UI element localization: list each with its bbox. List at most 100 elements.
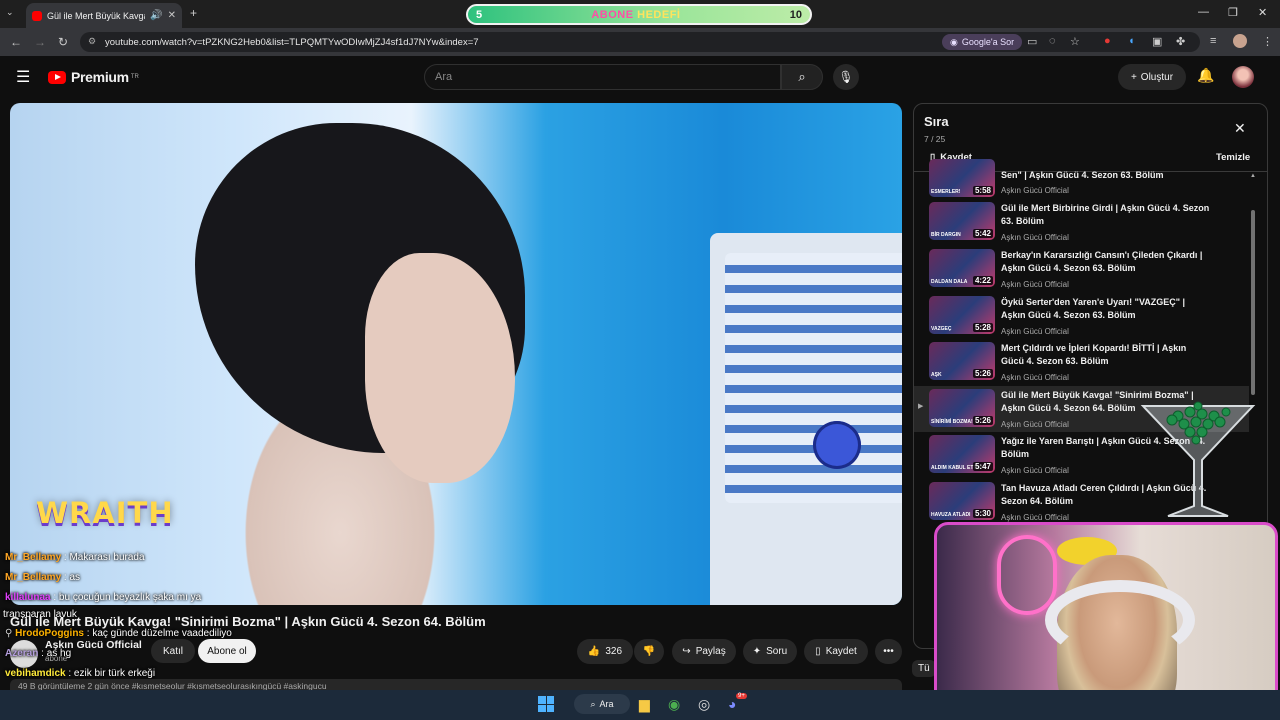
- microphone-icon: 🎙: [838, 70, 854, 84]
- browser-menu-icon[interactable]: ⋮: [1262, 35, 1273, 48]
- video-thumbnail: VAZGEÇ 5:28: [929, 296, 995, 334]
- chat-message: ⚲ HrodoPoggins : kaç günde düzelme vaade…: [5, 628, 232, 639]
- search-button[interactable]: ⌕: [781, 64, 823, 90]
- dislike-button[interactable]: 👎: [634, 639, 664, 664]
- thumbnail-caption: ESMERLER!: [931, 189, 961, 195]
- app-icon[interactable]: ◎: [698, 696, 710, 713]
- taskbar-search-label: Ara: [599, 699, 614, 709]
- thumbnail-caption: VAZGEÇ: [931, 326, 952, 332]
- ask-button[interactable]: ✦ Soru: [743, 639, 797, 664]
- playlist-item[interactable]: AŞK 5:26 Mert Çıldırdı ve İpleri Kopardı!…: [914, 339, 1249, 385]
- share-button[interactable]: ↪ Paylaş: [672, 639, 736, 664]
- chat-badge-icon: ⚲: [5, 628, 16, 639]
- playlist-item[interactable]: BİR DARGIN 5:42 Gül ile Mert Birbirine Gi…: [914, 199, 1249, 245]
- subscriber-goal-bar: 5 ABONE HEDEFİ 10: [466, 4, 812, 25]
- chat-user: HrodoPoggins: [15, 628, 84, 639]
- playlist-item-channel: Aşkın Gücü Official: [1001, 466, 1069, 475]
- sparkle-icon: ✦: [752, 646, 762, 657]
- google-ask-button[interactable]: ◉ Google'a Sor: [942, 34, 1023, 50]
- like-button[interactable]: 👍 326: [577, 639, 633, 664]
- video-scene-vent: [725, 253, 902, 503]
- playlist-item-channel: Aşkın Gücü Official: [1001, 280, 1069, 289]
- extension-wave-icon[interactable]: ◖: [1128, 35, 1135, 47]
- playlist-item-title: Öykü Serter'den Yaren'e Uyarı! "VAZGEÇ" …: [1001, 297, 1186, 320]
- video-thumbnail: AŞK 5:26: [929, 342, 995, 380]
- reload-icon[interactable]: ↻: [58, 35, 68, 49]
- like-count: 326: [605, 646, 623, 657]
- chrome-icon[interactable]: ◉: [668, 696, 680, 713]
- create-button[interactable]: + Oluştur: [1118, 64, 1186, 90]
- video-thumbnail: BİR DARGIN 5:42: [929, 202, 995, 240]
- extension-box-icon[interactable]: ▣: [1152, 35, 1162, 48]
- chat-user: Mr_Bellamy: [5, 552, 62, 563]
- more-actions-button[interactable]: •••: [875, 639, 902, 664]
- youtube-logo[interactable]: Premium TR: [48, 69, 139, 85]
- restore-icon[interactable]: ❐: [1228, 6, 1238, 19]
- taskbar-search[interactable]: ⌕ Ara: [574, 694, 630, 714]
- eye-off-icon[interactable]: ◌: [1049, 35, 1056, 47]
- new-tab-icon[interactable]: +: [190, 6, 197, 20]
- windows-start-icon[interactable]: [538, 696, 554, 712]
- reading-list-icon[interactable]: ≡: [1210, 35, 1216, 47]
- search-input[interactable]: Ara: [424, 64, 781, 90]
- playlist-close-icon[interactable]: ✕: [1234, 120, 1246, 137]
- discord-icon[interactable]: ◕: [728, 696, 736, 712]
- duration-badge: 5:28: [972, 323, 993, 332]
- playlist-scrollbar[interactable]: [1251, 210, 1255, 395]
- file-explorer-icon[interactable]: ▆: [639, 696, 650, 713]
- playlist-item[interactable]: DALDAN DALA 4:22 Berkay'ın Kararsızlığı C…: [914, 246, 1249, 292]
- window-close-icon[interactable]: ✕: [1258, 6, 1267, 19]
- thumbs-up-icon: 👍: [587, 646, 601, 657]
- search-icon: ⌕: [590, 698, 596, 709]
- notifications-bell-icon[interactable]: 🔔: [1197, 67, 1214, 84]
- minimize-icon[interactable]: —: [1198, 6, 1209, 18]
- cast-icon[interactable]: ▭: [1027, 35, 1037, 48]
- thumbnail-caption: SİNİRİMİ BOZMA!: [931, 419, 973, 425]
- speaker-icon[interactable]: 🔊: [150, 10, 162, 21]
- thumbs-down-icon: 👎: [642, 646, 656, 657]
- chat-user: Mr_Bellamy: [5, 572, 62, 583]
- subscribe-button[interactable]: Abone ol: [198, 639, 256, 663]
- chat-text: : as hg: [38, 648, 72, 659]
- save-label: Kaydet: [825, 646, 857, 657]
- duration-badge: 5:47: [972, 462, 993, 471]
- account-avatar[interactable]: [1232, 66, 1254, 88]
- video-title: Gül ile Mert Büyük Kavga! "Sinirimi Bozm…: [10, 614, 486, 629]
- tab-search-icon[interactable]: ⌄: [6, 7, 14, 18]
- back-icon[interactable]: ←: [10, 35, 22, 49]
- video-thumbnail: HAVUZA ATLADI 5:30: [929, 482, 995, 520]
- thumbnail-caption: HAVUZA ATLADI: [931, 512, 971, 518]
- join-button[interactable]: Katıl: [151, 639, 195, 663]
- share-icon: ↪: [682, 646, 691, 657]
- browser-tab[interactable]: Gül ile Mert Büyük Kavga! "S 🔊 ✕: [26, 3, 182, 28]
- site-info-icon[interactable]: ⚙: [88, 36, 96, 47]
- forward-icon[interactable]: →: [34, 35, 46, 49]
- chat-message: Azeran : as hg: [5, 648, 71, 659]
- thumbnail-caption: DALDAN DALA: [931, 279, 968, 285]
- duration-badge: 5:42: [972, 229, 993, 238]
- playlist-item-channel: Aşkın Gücü Official: [1001, 373, 1069, 382]
- voice-search-button[interactable]: 🎙: [833, 64, 859, 90]
- hamburger-menu-icon[interactable]: ☰: [16, 67, 30, 87]
- scroll-up-icon[interactable]: ▲: [1250, 173, 1256, 179]
- webcam-headphones: [1045, 580, 1195, 660]
- share-label: Paylaş: [695, 646, 726, 657]
- create-label: Oluştur: [1140, 71, 1174, 83]
- extension-red-icon[interactable]: ●: [1104, 35, 1111, 47]
- playlist-item-title: Berkay'ın Kararsızlığı Cansın'ı Çileden …: [1001, 250, 1203, 273]
- playlist-item-channel: Aşkın Gücü Official: [1001, 420, 1069, 429]
- chat-text: : as: [61, 572, 81, 583]
- goal-label-a: ABONE: [591, 8, 634, 21]
- playlist-item[interactable]: ESMERLER! 5:58 Sen" | Aşkın Gücü 4. Sezon…: [914, 156, 1249, 202]
- chat-text: : bu çocuğun beyazlık şaka mı ya: [50, 592, 202, 603]
- playlist-item[interactable]: VAZGEÇ 5:28 Öykü Serter'den Yaren'e Uyarı…: [914, 293, 1249, 339]
- video-scene-dial: [813, 421, 861, 469]
- save-button[interactable]: ▯ Kaydet: [804, 639, 868, 664]
- extensions-puzzle-icon[interactable]: ✤: [1176, 35, 1185, 48]
- chat-user: vebihamdick: [5, 668, 66, 679]
- video-thumbnail: ALDIM KABUL ETTİM 5:47: [929, 435, 995, 473]
- chat-message: Mr_Bellamy : as: [5, 572, 80, 583]
- tab-close-icon[interactable]: ✕: [168, 10, 176, 21]
- bookmark-star-icon[interactable]: ☆: [1070, 35, 1080, 48]
- profile-avatar[interactable]: [1233, 34, 1247, 48]
